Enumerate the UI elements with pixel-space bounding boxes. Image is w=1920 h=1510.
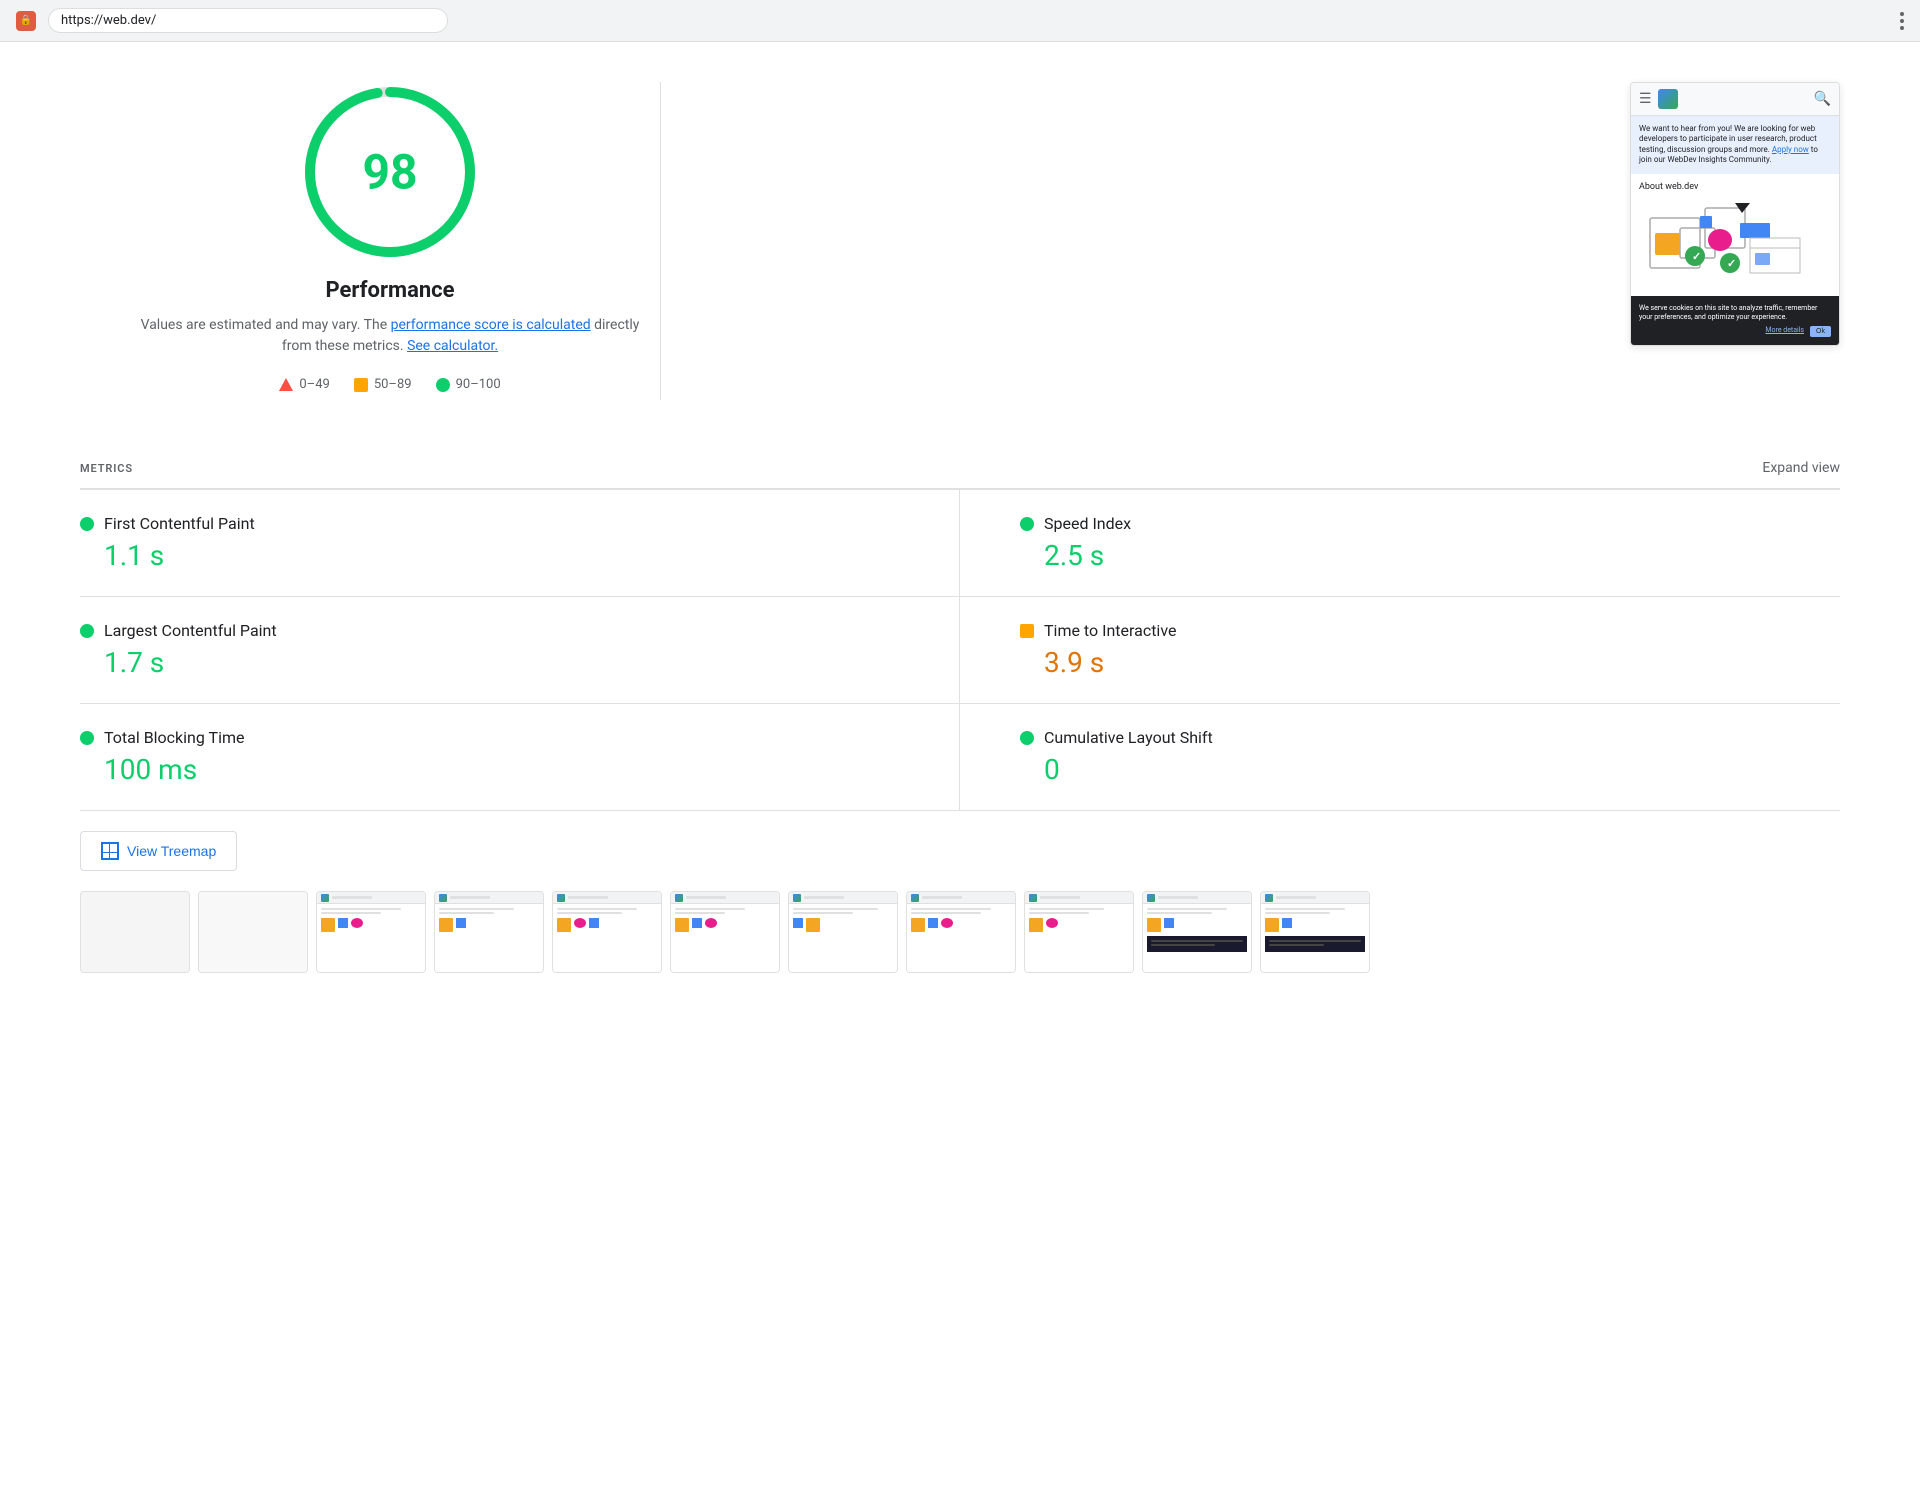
metrics-header: METRICS Expand view <box>80 460 1840 490</box>
metric-name-lcp: Largest Contentful Paint <box>104 621 277 640</box>
legend-orange-label: 50–89 <box>374 377 412 392</box>
svg-text:✓: ✓ <box>1692 250 1701 263</box>
preview-cookie-ok-button[interactable]: Ok <box>1810 326 1831 337</box>
expand-view-button[interactable]: Expand view <box>1762 460 1840 476</box>
metric-value-tti: 3.9 s <box>1020 646 1808 679</box>
view-treemap-button[interactable]: View Treemap <box>80 831 237 871</box>
svg-text:✓: ✓ <box>1727 257 1736 270</box>
browser-menu-button[interactable] <box>1900 12 1904 30</box>
website-screenshot-preview: ☰ 🔍 We want to hear from you! We are loo… <box>1630 82 1840 346</box>
score-section: 98 Performance Values are estimated and … <box>80 82 700 400</box>
browser-chrome: 🔒 https://web.dev/ <box>0 0 1920 42</box>
metrics-section: METRICS Expand view First Contentful Pai… <box>0 460 1920 811</box>
preview-illustration: ✓ ✓ <box>1639 198 1831 288</box>
metric-largest-contentful-paint: Largest Contentful Paint 1.7 s <box>80 597 960 704</box>
filmstrip-frame-8 <box>906 891 1016 973</box>
metric-value-fcp: 1.1 s <box>80 539 899 572</box>
metric-cumulative-layout-shift: Cumulative Layout Shift 0 <box>960 704 1840 811</box>
score-circle: 98 <box>300 82 480 262</box>
metric-name-tti: Time to Interactive <box>1044 621 1176 640</box>
performance-title: Performance <box>325 278 454 303</box>
filmstrip-frame-4 <box>434 891 544 973</box>
preview-content-area: About web.dev ✓ <box>1631 174 1839 296</box>
preview-search-icon: 🔍 <box>1814 91 1831 107</box>
metric-dot-lcp <box>80 624 94 638</box>
treemap-section: View Treemap <box>0 811 1920 891</box>
legend-item-green: 90–100 <box>436 377 501 392</box>
legend-red-label: 0–49 <box>299 377 329 392</box>
performance-description: Values are estimated and may vary. The p… <box>140 315 640 357</box>
score-calc-link[interactable]: performance score is calculated <box>391 317 591 333</box>
filmstrip-frame-5 <box>552 891 662 973</box>
legend-green-icon <box>436 378 450 392</box>
preview-more-details-link[interactable]: More details <box>1765 326 1804 337</box>
filmstrip-section <box>0 891 1920 1013</box>
score-number: 98 <box>362 144 417 201</box>
vertical-divider <box>660 82 661 400</box>
metric-dot-si <box>1020 517 1034 531</box>
metrics-grid: First Contentful Paint 1.1 s Speed Index… <box>80 490 1840 811</box>
legend-orange-icon <box>354 378 368 392</box>
treemap-icon <box>101 842 119 860</box>
metric-dot-fcp <box>80 517 94 531</box>
metric-value-cls: 0 <box>1020 753 1808 786</box>
preview-menu-icon: ☰ <box>1639 91 1652 107</box>
metric-dot-tbt <box>80 731 94 745</box>
filmstrip <box>80 891 1840 973</box>
filmstrip-frame-11 <box>1260 891 1370 973</box>
metric-name-si: Speed Index <box>1044 514 1131 533</box>
preview-banner-link[interactable]: Apply now <box>1772 145 1809 154</box>
browser-app-icon: 🔒 <box>16 11 36 31</box>
filmstrip-frame-1 <box>80 891 190 973</box>
filmstrip-frame-6 <box>670 891 780 973</box>
filmstrip-frame-7 <box>788 891 898 973</box>
metric-value-tbt: 100 ms <box>80 753 899 786</box>
preview-about-title: About web.dev <box>1639 182 1831 192</box>
preview-cookie-actions: More details Ok <box>1639 326 1831 337</box>
view-treemap-label: View Treemap <box>127 843 216 859</box>
filmstrip-frame-10 <box>1142 891 1252 973</box>
metric-time-to-interactive: Time to Interactive 3.9 s <box>960 597 1840 704</box>
filmstrip-frame-3 <box>316 891 426 973</box>
legend-item-orange: 50–89 <box>354 377 412 392</box>
legend-red-icon <box>279 378 293 391</box>
metric-dot-tti <box>1020 624 1034 638</box>
metric-name-fcp: First Contentful Paint <box>104 514 255 533</box>
metric-name-cls: Cumulative Layout Shift <box>1044 728 1213 747</box>
calculator-link[interactable]: See calculator. <box>407 338 498 354</box>
preview-cookie-banner: We serve cookies on this site to analyze… <box>1631 296 1839 345</box>
legend-green-label: 90–100 <box>456 377 501 392</box>
metric-first-contentful-paint: First Contentful Paint 1.1 s <box>80 490 960 597</box>
metric-total-blocking-time: Total Blocking Time 100 ms <box>80 704 960 811</box>
metric-name-tbt: Total Blocking Time <box>104 728 244 747</box>
preview-banner: We want to hear from you! We are looking… <box>1631 116 1839 174</box>
metric-value-lcp: 1.7 s <box>80 646 899 679</box>
main-container: 98 Performance Values are estimated and … <box>0 42 1920 440</box>
url-bar[interactable]: https://web.dev/ <box>48 8 448 33</box>
legend-item-red: 0–49 <box>279 377 329 392</box>
metric-value-si: 2.5 s <box>1020 539 1808 572</box>
filmstrip-frame-9 <box>1024 891 1134 973</box>
metric-speed-index: Speed Index 2.5 s <box>960 490 1840 597</box>
metrics-section-label: METRICS <box>80 462 133 475</box>
filmstrip-frame-2 <box>198 891 308 973</box>
metric-dot-cls <box>1020 731 1034 745</box>
preview-browser-header: ☰ 🔍 <box>1631 83 1839 116</box>
preview-site-logo <box>1658 89 1678 109</box>
score-legend: 0–49 50–89 90–100 <box>279 377 500 392</box>
